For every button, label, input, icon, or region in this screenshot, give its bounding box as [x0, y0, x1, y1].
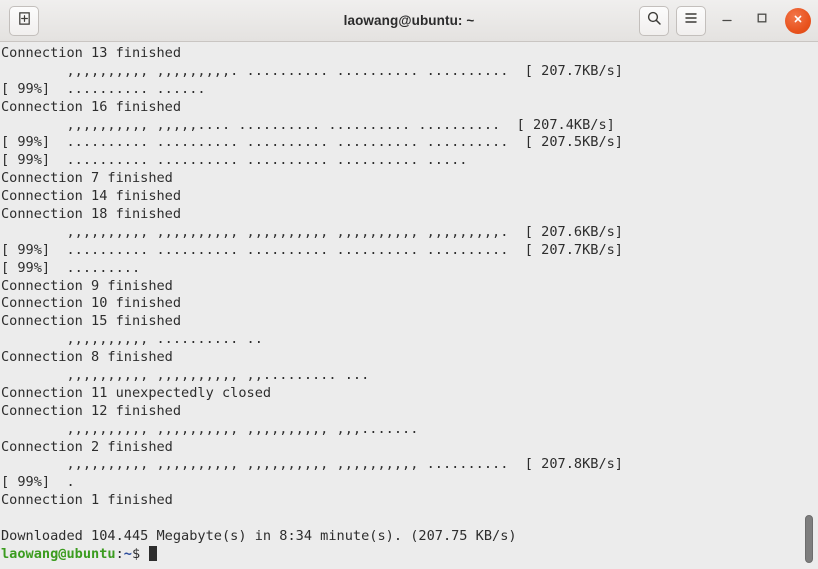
- terminal-line: Connection 7 finished: [1, 170, 173, 187]
- terminal-line: ,,,,,,,,,, ,,,,,,,,,, ,,......... ...: [1, 367, 370, 384]
- terminal-line: Connection 9 finished: [1, 277, 173, 294]
- maximize-icon: [755, 11, 769, 30]
- terminal-line: [ 99%] .......... .......... .......... …: [1, 241, 623, 258]
- terminal-line: [ 99%] .......... .......... .......... …: [1, 134, 623, 151]
- new-tab-icon: [17, 11, 32, 31]
- terminal-line: Connection 11 unexpectedly closed: [1, 384, 272, 401]
- terminal-line: ,,,,,,,,,, .......... ..: [1, 331, 263, 348]
- terminal-line: [ 99%] .......... ......: [1, 80, 206, 97]
- hamburger-menu-icon: [683, 10, 699, 31]
- terminal-cursor: [149, 545, 158, 561]
- terminal-body[interactable]: Connection 13 finished ,,,,,,,,,, ,,,,,,…: [0, 42, 818, 569]
- terminal-output: Connection 13 finished ,,,,,,,,,, ,,,,,,…: [0, 44, 818, 564]
- terminal-line: Connection 13 finished: [1, 45, 182, 61]
- terminal-prompt-line[interactable]: laowang@ubuntu:~$: [1, 545, 818, 564]
- terminal-line: ,,,,,,,,,, ,,,,,,,,,. .......... .......…: [1, 62, 623, 79]
- terminal-scrollbar[interactable]: [802, 42, 816, 569]
- scrollbar-thumb[interactable]: [805, 515, 813, 563]
- terminal-line: ,,,,,,,,,, ,,,,,.... .......... ........…: [1, 116, 615, 133]
- search-icon: [646, 10, 662, 31]
- terminal-line: Connection 1 finished: [1, 492, 173, 509]
- close-button[interactable]: [785, 7, 811, 34]
- terminal-line: [ 99%] .........: [1, 259, 141, 276]
- terminal-line: [ 99%] .: [1, 474, 75, 491]
- prompt-colon: :: [115, 545, 124, 562]
- terminal-line: Connection 2 finished: [1, 438, 173, 455]
- menu-button[interactable]: [676, 5, 706, 36]
- terminal-line: Downloaded 104.445 Megabyte(s) in 8:34 m…: [1, 528, 517, 545]
- search-button[interactable]: [639, 5, 669, 36]
- prompt-user-host: laowang@ubuntu: [1, 545, 116, 562]
- terminal-line: Connection 10 finished: [1, 295, 182, 312]
- minimize-icon: [720, 11, 734, 30]
- terminal-window: laowang@ubuntu: ~ Connection 13 finished…: [0, 0, 818, 569]
- terminal-line: ,,,,,,,,,, ,,,,,,,,,, ,,,,,,,,,, ,,,,,,,…: [1, 223, 623, 240]
- terminal-line: [ 99%] .......... .......... .......... …: [1, 152, 468, 169]
- terminal-line: Connection 15 finished: [1, 313, 182, 330]
- new-tab-button[interactable]: [9, 5, 39, 36]
- terminal-line: Connection 18 finished: [1, 206, 182, 223]
- terminal-line: Connection 16 finished: [1, 98, 182, 115]
- window-titlebar[interactable]: laowang@ubuntu: ~: [0, 0, 818, 42]
- close-icon: [792, 12, 804, 30]
- titlebar-controls: [639, 5, 811, 36]
- terminal-line: Connection 8 finished: [1, 349, 173, 366]
- terminal-line: ,,,,,,,,,, ,,,,,,,,,, ,,,,,,,,,, ,,,,,,,…: [1, 456, 623, 473]
- terminal-line: Connection 12 finished: [1, 402, 182, 419]
- maximize-button[interactable]: [748, 7, 776, 35]
- terminal-line: ,,,,,,,,,, ,,,,,,,,,, ,,,,,,,,,, ,,,....…: [1, 420, 419, 437]
- prompt-sigil: $: [131, 545, 149, 562]
- minimize-button[interactable]: [713, 7, 741, 35]
- terminal-line: Connection 14 finished: [1, 188, 182, 205]
- prompt-path: ~: [123, 545, 132, 562]
